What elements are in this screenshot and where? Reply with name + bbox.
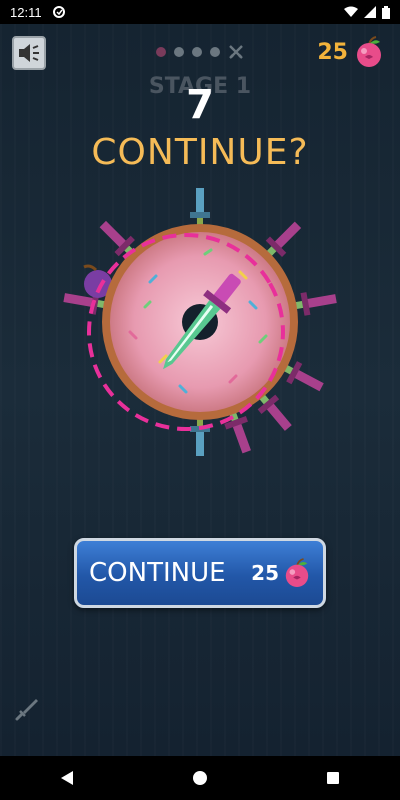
- apple-icon: [357, 36, 381, 67]
- sync-icon: [52, 6, 65, 18]
- apple-icon: [285, 558, 309, 587]
- knife-icon[interactable]: [14, 696, 40, 722]
- home-circle-icon: [192, 771, 207, 785]
- game-screen: 25 STAGE 1 7 CONTINUE? CONTINUE 25: [0, 24, 400, 756]
- progress-dot: [156, 47, 166, 57]
- apple-counter: 25: [317, 36, 384, 68]
- wifi-icon: [344, 6, 358, 17]
- stage-progress: [156, 44, 244, 60]
- continue-button-label: CONTINUE: [89, 558, 226, 588]
- nav-home-button[interactable]: [180, 758, 220, 798]
- continue-countdown: 7: [186, 82, 214, 128]
- battery-icon: [382, 5, 390, 19]
- recents-square-icon: [327, 772, 340, 784]
- progress-dot: [174, 47, 184, 57]
- continue-button[interactable]: CONTINUE 25: [74, 538, 326, 608]
- progress-dot: [192, 47, 202, 57]
- crossed-swords-icon: [229, 45, 243, 59]
- target-board: [63, 188, 337, 456]
- back-triangle-icon: [60, 771, 73, 785]
- speaker-icon: [19, 44, 39, 62]
- nav-recents-button[interactable]: [313, 758, 353, 798]
- continue-cost-value: 25: [251, 561, 279, 585]
- signal-icon: [364, 6, 376, 18]
- nav-back-button[interactable]: [47, 758, 87, 798]
- apple-count: 25: [317, 39, 348, 65]
- system-nav-bar: [0, 756, 400, 800]
- continue-title: CONTINUE?: [91, 132, 309, 173]
- status-bar: 12:11: [0, 0, 400, 24]
- continue-cost: 25: [251, 558, 311, 588]
- sound-toggle-button[interactable]: [12, 36, 46, 70]
- status-time: 12:11: [10, 4, 42, 20]
- progress-dot: [210, 47, 220, 57]
